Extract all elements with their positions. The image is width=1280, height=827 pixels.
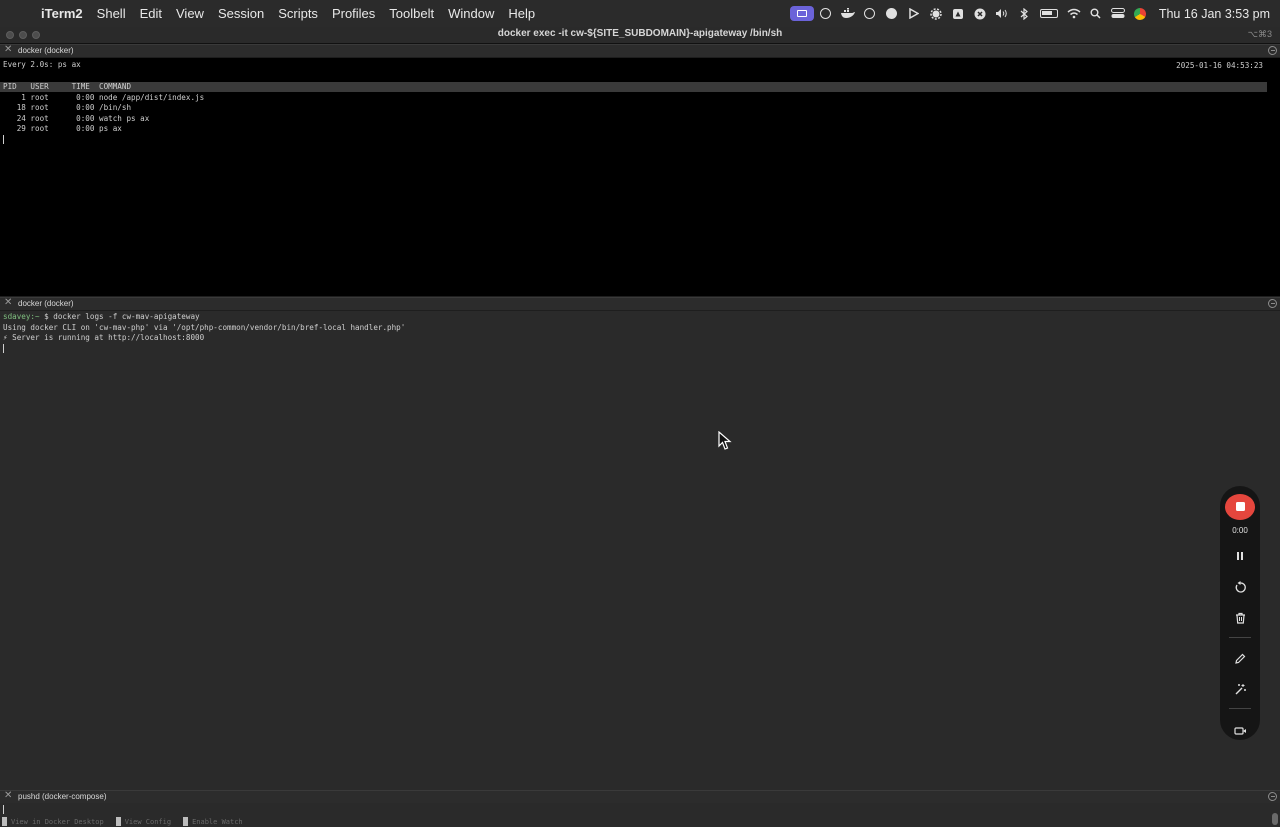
hint-label: View in Docker Desktop <box>11 818 104 826</box>
text-cursor <box>3 344 4 353</box>
recording-controls-panel: 0:00 <box>1220 486 1260 740</box>
ps-row: 18 root 0:00 /bin/sh <box>3 103 132 112</box>
hint-label: View Config <box>124 818 172 826</box>
circle-icon[interactable] <box>881 0 903 27</box>
pane-maximize-icon[interactable] <box>1268 792 1277 801</box>
close-pane-icon[interactable]: ✕ <box>4 790 12 801</box>
trash-icon[interactable] <box>1229 609 1251 628</box>
control-center-icon[interactable] <box>1107 0 1129 27</box>
menu-help[interactable]: Help <box>501 6 542 21</box>
close-pane-icon[interactable]: ✕ <box>4 297 12 308</box>
menubar-clock[interactable]: Thu 16 Jan 3:53 pm <box>1159 7 1270 21</box>
watch-timestamp: 2025-01-16 04:53:23 <box>1176 61 1263 70</box>
pane1-header[interactable]: ✕ docker (docker) <box>0 44 1280 57</box>
stop-recording-button[interactable] <box>1225 494 1255 520</box>
menu-app-name[interactable]: iTerm2 <box>34 6 90 21</box>
ps-header-bar <box>0 82 1267 92</box>
ps-row: 29 root 0:00 ps ax <box>3 124 122 133</box>
hint-item[interactable]: View in Docker Desktop <box>2 817 104 827</box>
ps-row: 24 root 0:00 watch ps ax <box>3 113 150 123</box>
menu-edit[interactable]: Edit <box>133 6 169 21</box>
window-title-bar[interactable]: docker exec -it cw-${SITE_SUBDOMAIN}-api… <box>0 27 1280 44</box>
hint-label: Enable Watch <box>192 818 243 826</box>
camera-icon[interactable] <box>1229 721 1251 740</box>
pane2-title: docker (docker) <box>18 299 74 308</box>
menu-profiles[interactable]: Profiles <box>325 6 382 21</box>
text-cursor <box>3 805 4 814</box>
mouse-pointer-icon <box>718 430 732 451</box>
battery-icon[interactable] <box>1035 0 1063 27</box>
compose-hints: View in Docker Desktop View Config Enabl… <box>2 817 243 827</box>
magic-wand-icon[interactable] <box>1229 680 1251 699</box>
bluetooth-icon[interactable] <box>1013 0 1035 27</box>
pane1-title: docker (docker) <box>18 46 74 55</box>
gear-icon[interactable] <box>925 0 947 27</box>
chrome-icon[interactable] <box>1129 0 1151 27</box>
ps-row: 1 root 0:00 node /app/dist/index.js <box>3 92 205 102</box>
docker-icon[interactable] <box>837 0 859 27</box>
terminal-pane-compose[interactable]: View in Docker Desktop View Config Enabl… <box>0 803 1280 827</box>
volume-icon[interactable] <box>991 0 1013 27</box>
text-cursor <box>3 135 4 144</box>
menu-session[interactable]: Session <box>211 6 271 21</box>
openai-icon[interactable] <box>815 0 837 27</box>
screen-record-icon[interactable] <box>789 0 815 27</box>
prompt-command: $ docker logs -f cw-mav-apigateway <box>39 312 200 321</box>
search-icon[interactable] <box>1085 0 1107 27</box>
watch-header: Every 2.0s: ps ax <box>3 60 81 69</box>
restart-icon[interactable] <box>1229 578 1251 597</box>
menu-view[interactable]: View <box>169 6 211 21</box>
play-icon[interactable] <box>903 0 925 27</box>
log-line: Using docker CLI on 'cw-mav-php' via '/o… <box>3 322 406 332</box>
close-pane-icon[interactable]: ✕ <box>4 44 12 55</box>
pane3-title: pushd (docker-compose) <box>18 792 107 801</box>
menu-window[interactable]: Window <box>441 6 501 21</box>
prompt-user: sdavey:~ <box>3 312 40 321</box>
window-title: docker exec -it cw-${SITE_SUBDOMAIN}-api… <box>497 28 783 39</box>
window-shortcut: ⌥⌘3 <box>1247 29 1272 39</box>
pane-maximize-icon[interactable] <box>1268 299 1277 308</box>
close-circle-icon[interactable] <box>969 0 991 27</box>
terminal-pane-logs[interactable]: sdavey:~ $ docker logs -f cw-mav-apigate… <box>0 311 1280 790</box>
scrollbar[interactable] <box>1272 813 1278 825</box>
divider <box>1229 708 1251 710</box>
pen-icon[interactable] <box>1229 649 1251 668</box>
menu-scripts[interactable]: Scripts <box>271 6 325 21</box>
drive-icon[interactable] <box>947 0 969 27</box>
hint-item[interactable]: View Config <box>115 817 172 827</box>
pause-icon[interactable] <box>1229 547 1251 566</box>
pane-maximize-icon[interactable] <box>1268 46 1277 55</box>
terminal-pane-watch[interactable]: Every 2.0s: ps ax 2025-01-16 04:53:23 PI… <box>0 58 1280 296</box>
wifi-icon[interactable] <box>1063 0 1085 27</box>
hint-item[interactable]: Enable Watch <box>183 817 243 827</box>
pane3-header[interactable]: ✕ pushd (docker-compose) <box>0 790 1280 803</box>
divider <box>1229 636 1251 638</box>
ps-column-headers: PID USER TIME COMMAND <box>3 82 132 91</box>
pane2-header[interactable]: ✕ docker (docker) <box>0 297 1280 310</box>
menu-toolbelt[interactable]: Toolbelt <box>382 6 441 21</box>
status-area: Thu 16 Jan 3:53 pm <box>789 0 1270 27</box>
menu-bar: iTerm2 Shell Edit View Session Scripts P… <box>0 0 1280 27</box>
recording-timer: 0:00 <box>1232 525 1248 535</box>
menu-shell[interactable]: Shell <box>90 6 133 21</box>
onepassword-icon[interactable] <box>859 0 881 27</box>
log-line: ⚡ Server is running at http://localhost:… <box>3 333 205 342</box>
shell-prompt-line: sdavey:~ $ docker logs -f cw-mav-apigate… <box>3 312 200 323</box>
